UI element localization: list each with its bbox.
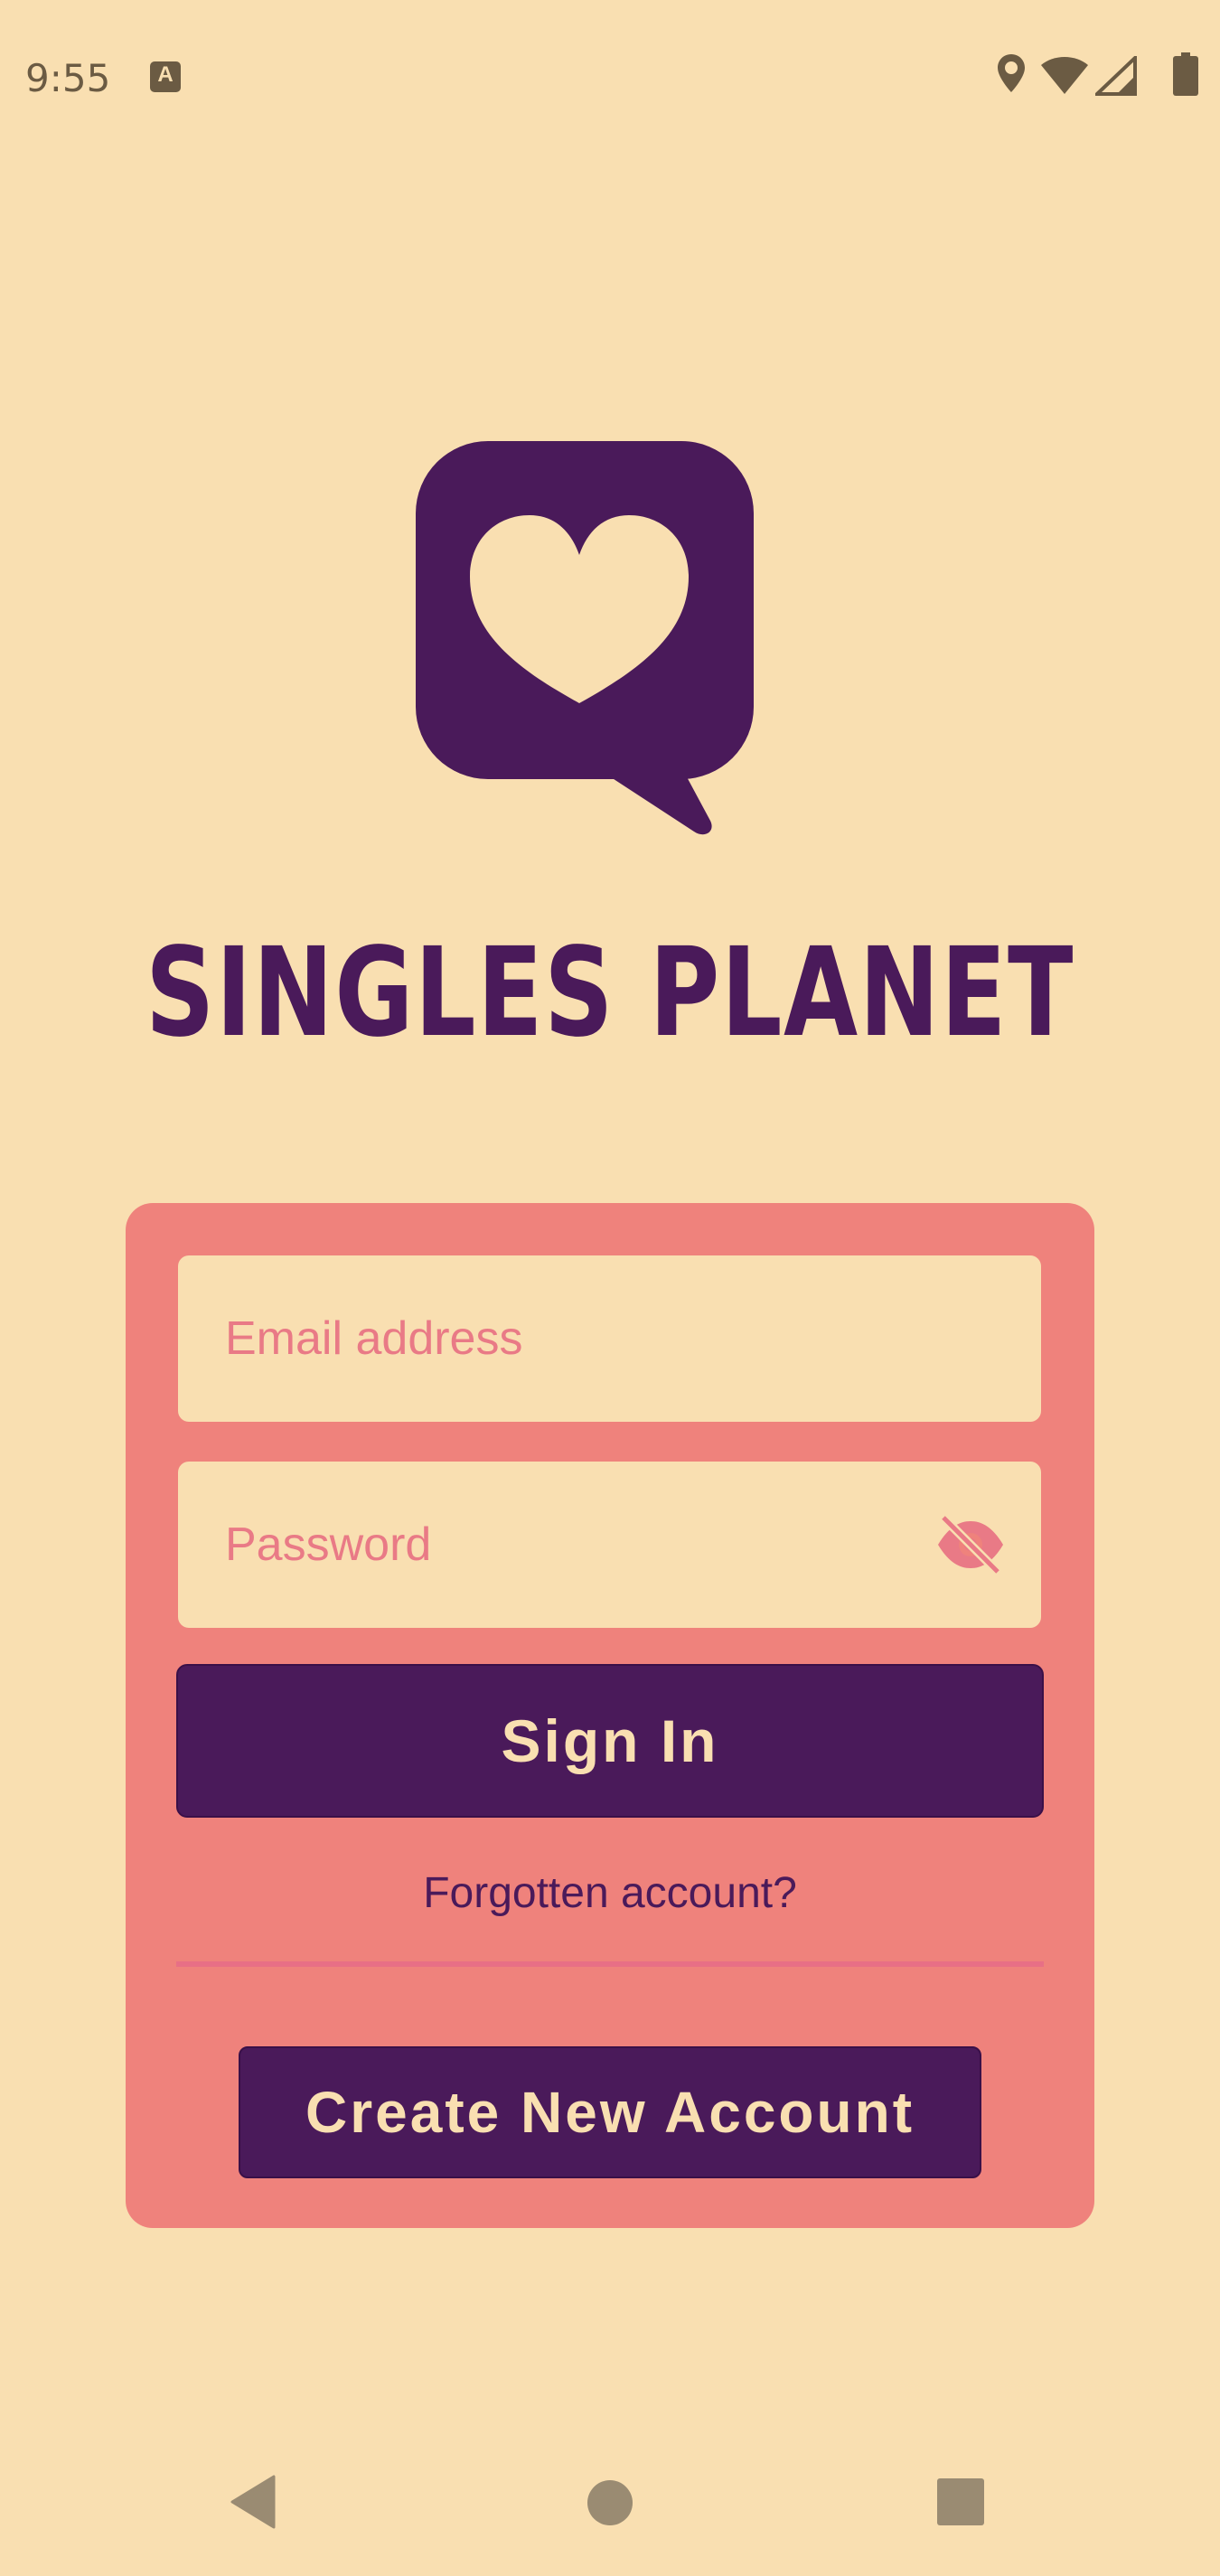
forgot-account-link[interactable]: Forgotten account? [126, 1868, 1094, 1918]
create-account-button[interactable]: Create New Account [239, 2046, 981, 2178]
cell-signal-icon [1095, 56, 1137, 96]
email-field[interactable] [178, 1255, 1041, 1422]
email-field-container [178, 1255, 1041, 1422]
divider [176, 1961, 1044, 1967]
location-icon [998, 54, 1025, 92]
login-screen: 9:55 A SINGLES PLANET Email address Sign… [0, 0, 1220, 2576]
back-triangle-icon[interactable] [230, 2475, 277, 2529]
heart-chat-bubble-icon [414, 441, 757, 839]
app-title: SINGLES PLANET [145, 922, 1075, 1065]
battery-icon [1173, 52, 1198, 96]
password-field[interactable] [178, 1462, 1041, 1628]
sign-in-button[interactable]: Sign In [176, 1664, 1044, 1818]
eye-off-icon[interactable] [934, 1514, 1007, 1575]
home-circle-icon[interactable] [587, 2480, 633, 2525]
password-field-container [178, 1462, 1041, 1628]
recents-square-icon[interactable] [937, 2478, 984, 2525]
wifi-icon [1041, 57, 1088, 94]
login-card: Sign In Forgotten account? Create New Ac… [126, 1203, 1094, 2228]
a-icon: A [150, 61, 181, 92]
status-time: 9:55 [25, 56, 111, 100]
